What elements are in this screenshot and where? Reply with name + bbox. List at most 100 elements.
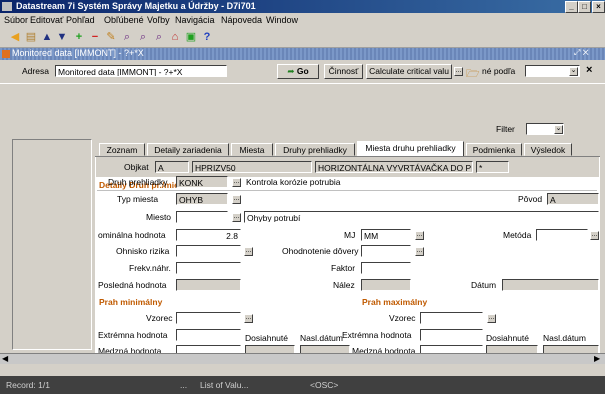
menu-favorites[interactable]: Obľúbené [104, 15, 144, 25]
nominal-value: 2.8 [226, 231, 238, 241]
place-description-field[interactable]: Ohyby potrubí [244, 211, 599, 223]
max-formula-lov-icon[interactable]: ... [487, 314, 496, 323]
record-indicator: Record: 1/1 [6, 380, 50, 390]
min-formula-lov-icon[interactable]: ... [244, 314, 253, 323]
search-icon[interactable]: ⌕ [120, 30, 134, 44]
last-value-field [176, 279, 241, 291]
location-type-lov-icon[interactable]: ... [232, 195, 241, 204]
maximize-icon[interactable]: □ [578, 1, 591, 13]
minimize-icon[interactable]: _ [565, 1, 578, 13]
place-lov-icon[interactable]: ... [232, 213, 241, 222]
menu-window[interactable]: Window [266, 15, 298, 25]
tab-equipment-details[interactable]: Detaily zariadenia [147, 143, 229, 156]
factor-field[interactable] [361, 262, 411, 274]
go-button[interactable]: ➦ Go [277, 64, 319, 79]
place-field[interactable] [176, 211, 228, 223]
tab-condition[interactable]: Podmienka [466, 143, 522, 156]
close-icon[interactable]: × [592, 1, 605, 13]
min-formula-field[interactable] [176, 312, 241, 324]
finding-label: Nález [333, 280, 355, 290]
inspection-type-label: Druh prehliadky [108, 177, 168, 187]
risk-focus-label: Ohnisko rizika [116, 246, 170, 256]
details-divider [97, 190, 597, 191]
delete-record-icon[interactable]: − [88, 30, 102, 44]
min-extreme-field[interactable] [176, 329, 241, 341]
method-field[interactable] [536, 229, 588, 241]
status-bar: Record: 1/1 ... List of Valu... <OSC> [0, 376, 605, 394]
object-org-field: A [155, 161, 189, 173]
risk-focus-lov-icon[interactable]: ... [244, 247, 253, 256]
inspection-type-lov-icon[interactable]: ... [232, 178, 241, 187]
object-code-field: HPRIZV50 [192, 161, 312, 173]
osc-indicator: <OSC> [310, 380, 339, 390]
mj-field[interactable]: MM [361, 229, 411, 241]
finding-field [361, 279, 411, 291]
scroll-left-icon[interactable]: ◀ [2, 354, 8, 363]
go-arrow-icon: ➦ [287, 66, 295, 76]
replacement-frequency-field[interactable] [176, 262, 241, 274]
replacement-frequency-label: Frekv.náhr. [129, 263, 171, 273]
menu-navigation[interactable]: Navigácia [175, 15, 215, 25]
max-next-date-label: Nasl.dátum [543, 333, 586, 343]
menu-file[interactable]: Súbor [4, 15, 28, 25]
trust-rating-label: Ohodnotenie dôvery [282, 246, 359, 256]
app-icon [2, 2, 12, 11]
method-lov-icon[interactable]: ... [590, 231, 599, 240]
search-all-icon[interactable]: ⌕ [136, 30, 150, 44]
app-title-bar: Datastream 7i Systém Správy Majetku a Úd… [0, 0, 605, 13]
min-reached-label: Dosiahnuté [245, 333, 289, 343]
trust-rating-field[interactable] [361, 245, 411, 257]
max-threshold-title: Prah maximálny [362, 297, 428, 307]
tab-inspection-types[interactable]: Druhy prehliadky [275, 143, 355, 156]
tab-list[interactable]: Zoznam [99, 143, 145, 156]
inner-window-title: Monitored data [IMMONT] - ?+*X [12, 48, 144, 58]
tab-locations[interactable]: Miesta [231, 143, 273, 156]
activity-button[interactable]: Činnosť [324, 64, 363, 79]
window-icon [2, 50, 10, 58]
trust-rating-lov-icon[interactable]: ... [415, 247, 424, 256]
address-label: Adresa [22, 66, 49, 76]
menu-edit[interactable]: Editovať [30, 15, 63, 25]
clear-icon[interactable]: × [586, 64, 592, 76]
menu-bar: Súbor Editovať Pohľad Obľúbené Voľby Nav… [0, 13, 605, 27]
nominal-value-field[interactable]: 2.8 [176, 229, 241, 241]
home-icon[interactable]: ⌂ [168, 30, 182, 44]
edit-icon[interactable]: ✎ [104, 30, 118, 44]
menu-view[interactable]: Pohľad [66, 15, 95, 25]
folder-icon[interactable]: 🗁 [466, 65, 480, 84]
add-record-icon[interactable]: + [72, 30, 86, 44]
object-description-field: HORIZONTÁLNA VYVRTÁVAČKA DO PRIEMERU 50 … [315, 161, 473, 173]
inner-window-controls-icon[interactable]: ⤢ ✕ [574, 48, 589, 58]
origin-field: A [547, 193, 599, 205]
max-extreme-field[interactable] [420, 329, 483, 341]
sort-by-dropdown-icon[interactable]: ⌄ [569, 67, 578, 76]
back-icon[interactable]: ◀ [8, 30, 22, 44]
date-field [502, 279, 599, 291]
scroll-right-icon[interactable]: ▶ [594, 354, 600, 363]
help-icon[interactable]: ? [200, 30, 214, 44]
method-label: Metóda [503, 230, 532, 240]
inspection-type-field: KONK [176, 176, 228, 188]
menu-options[interactable]: Voľby [147, 15, 170, 25]
mj-lov-icon[interactable]: ... [415, 231, 424, 240]
filter-label: Filter [496, 124, 515, 134]
up-icon[interactable]: ▲ [40, 30, 54, 44]
calculate-critical-value-button[interactable]: Calculate critical valu [366, 64, 452, 79]
address-input[interactable]: Monitored data [IMMONT] - ?+*X [55, 65, 227, 77]
menu-help[interactable]: Nápoveda [221, 15, 262, 25]
tab-inspection-type-locations[interactable]: Miesta druhu prehliadky [357, 141, 464, 157]
export-icon[interactable]: ▣ [184, 30, 198, 44]
address-bar: Adresa Monitored data [IMMONT] - ?+*X ➦ … [0, 61, 605, 84]
search-next-icon[interactable]: ⌕ [152, 30, 166, 44]
horizontal-scrollbar[interactable]: ◀ ▶ [0, 353, 605, 364]
max-formula-field[interactable] [420, 312, 483, 324]
min-threshold-title: Prah minimálny [99, 297, 163, 307]
tab-result[interactable]: Výsledok [524, 143, 572, 156]
filter-dropdown-icon[interactable]: ⌄ [554, 125, 563, 134]
calc-more-icon[interactable]: ... [454, 67, 463, 76]
object-label-text: Objkat [124, 162, 149, 172]
down-icon[interactable]: ▼ [55, 30, 69, 44]
left-panel [12, 139, 92, 350]
risk-focus-field[interactable] [176, 245, 241, 257]
save-icon[interactable]: ▤ [24, 30, 38, 44]
